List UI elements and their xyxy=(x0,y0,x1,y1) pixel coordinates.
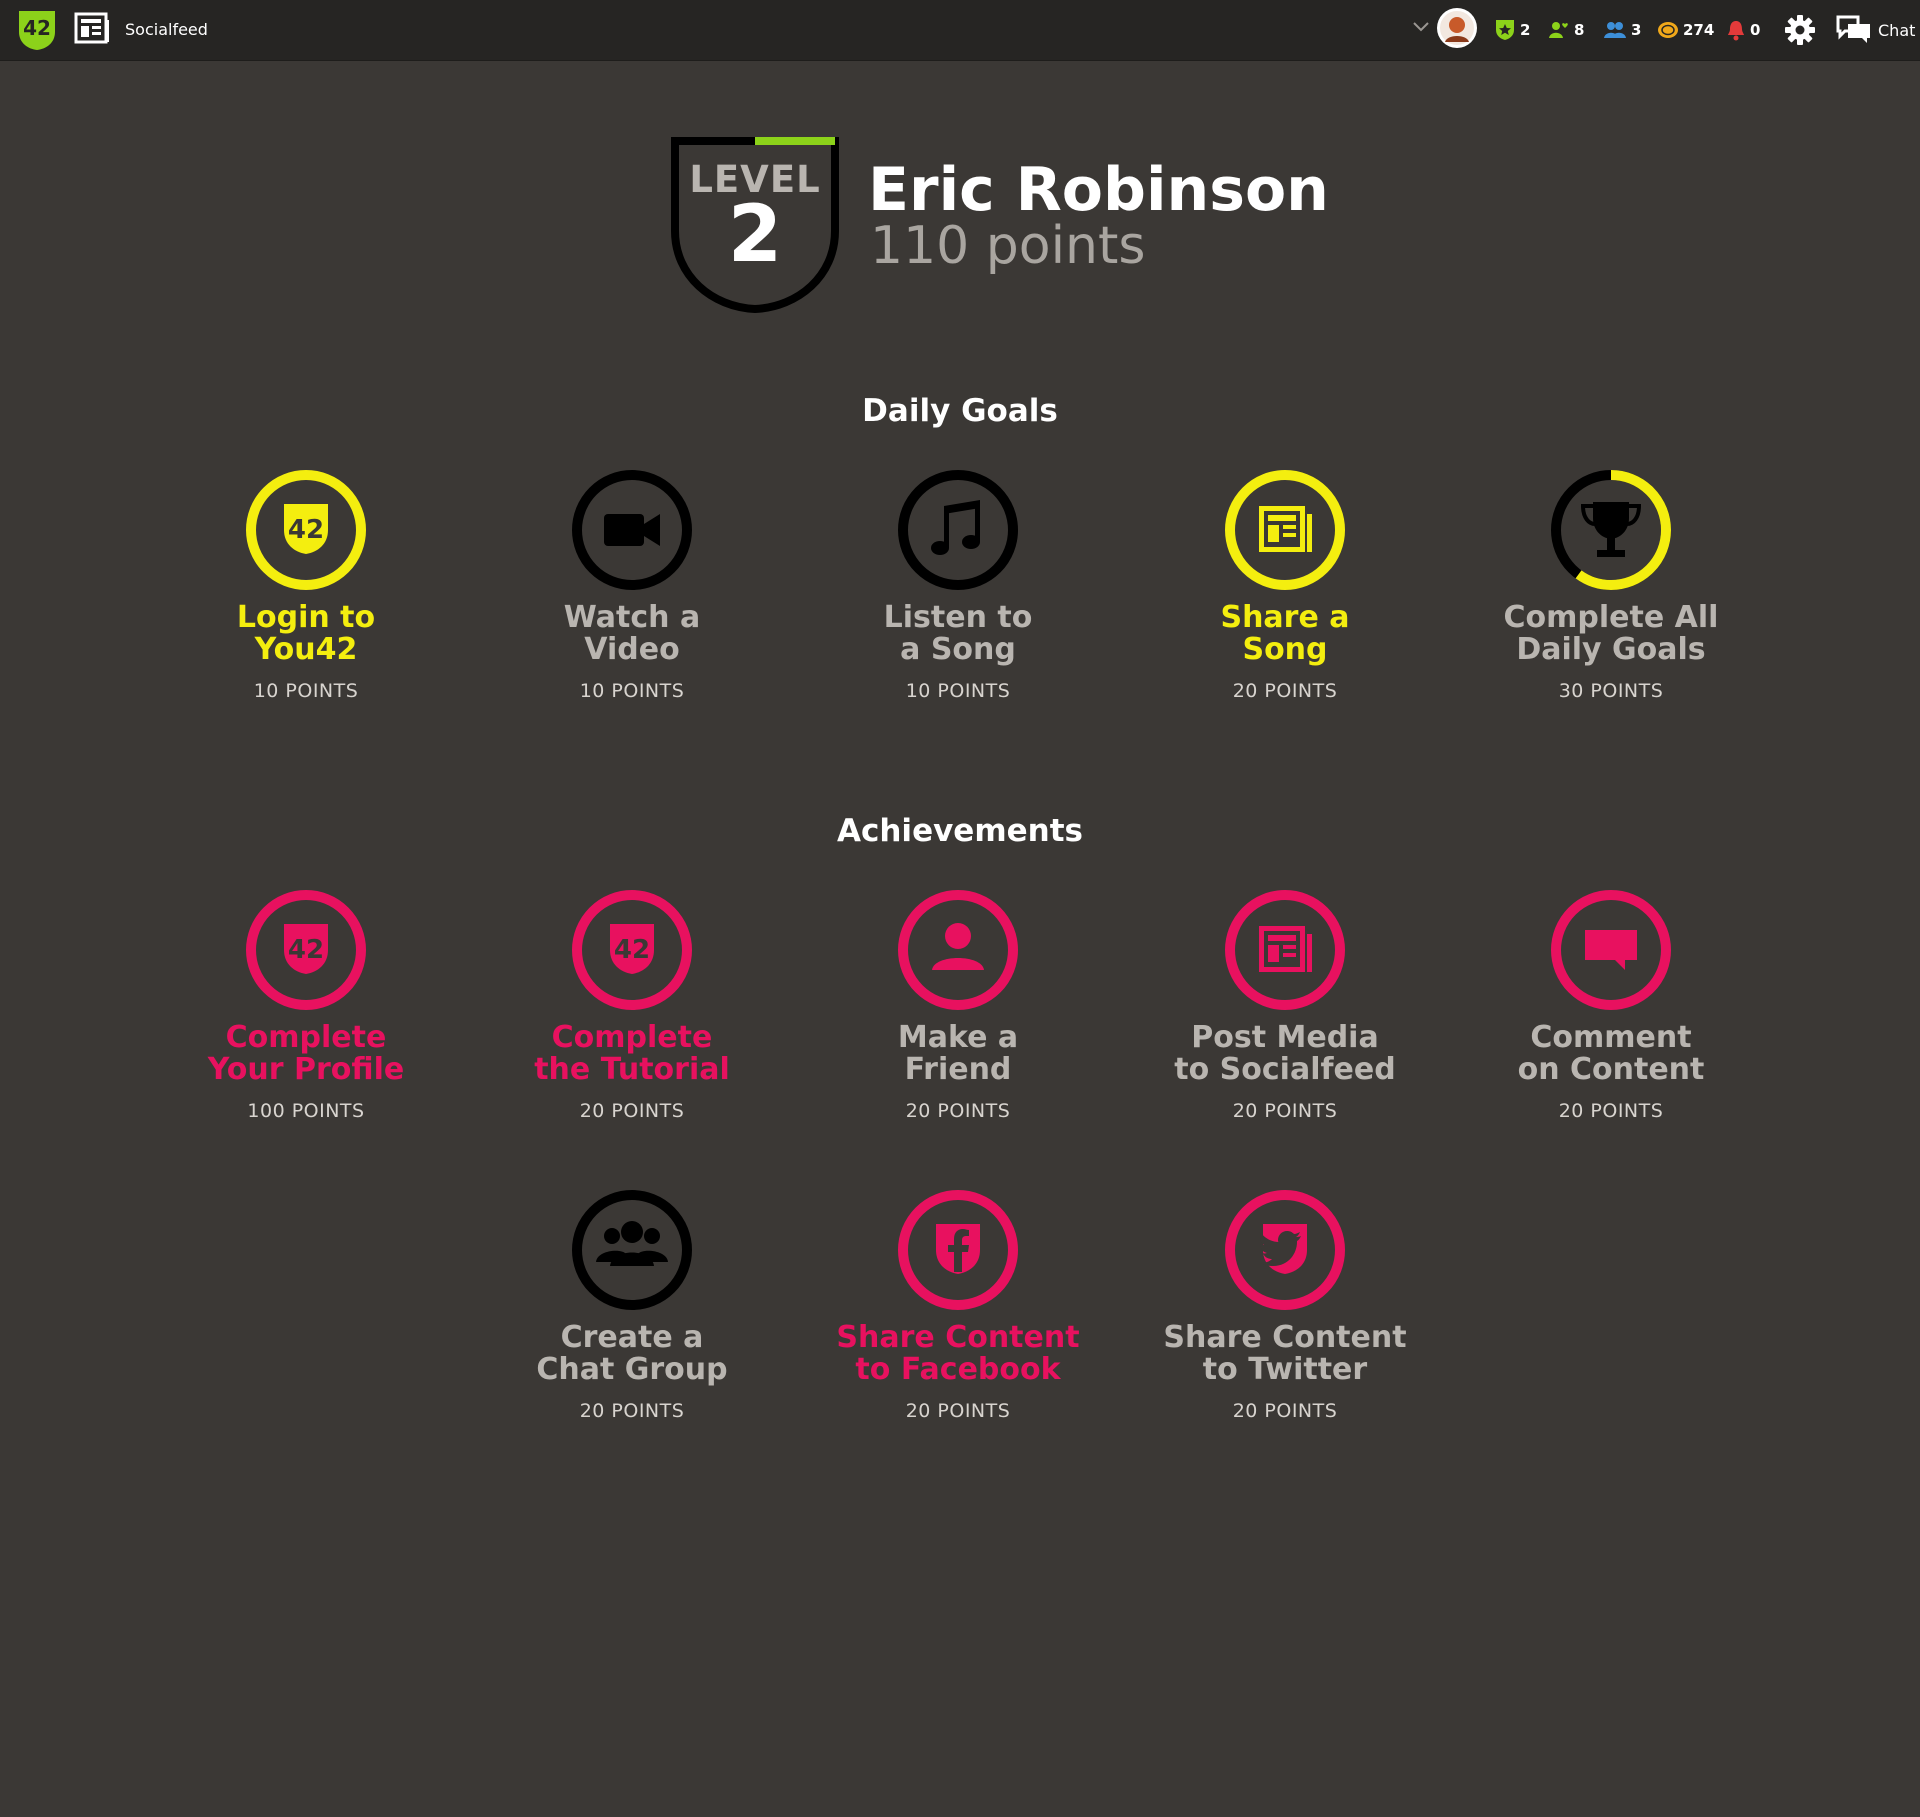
achievement-complete-tutorial-ring: 42 xyxy=(572,890,692,1010)
achievement-make-friend-points: 20 POINTS xyxy=(905,1100,1011,1122)
goal-listen-song[interactable]: Listen to a Song 10 POINTS xyxy=(795,468,1121,702)
achievement-comment-ring xyxy=(1551,890,1671,1010)
achievement-comment-title: Comment on Content xyxy=(1517,1020,1705,1087)
achievement-make-friend[interactable]: Make a Friend 20 POINTS xyxy=(795,888,1121,1122)
chat-bubbles-icon xyxy=(1836,15,1870,43)
achievement-share-facebook[interactable]: Share Content to Facebook 20 POINTS xyxy=(795,1188,1121,1422)
chat-button[interactable]: Chat xyxy=(1836,0,1915,60)
achievement-chat-group-ring xyxy=(572,1190,692,1310)
achievement-share-twitter-title: Share Content to Twitter xyxy=(1163,1320,1407,1387)
goal-listen-song-title: Listen to a Song xyxy=(883,600,1033,667)
achievement-chat-group-points: 20 POINTS xyxy=(579,1400,685,1422)
coins-count: 274 xyxy=(1683,21,1715,39)
achievement-chat-group-title: Create a Chat Group xyxy=(536,1320,728,1387)
achievement-make-friend-ring xyxy=(898,890,1018,1010)
shield-star-icon xyxy=(1496,20,1514,40)
goal-watch-video-points: 10 POINTS xyxy=(579,680,685,702)
achievement-share-twitter[interactable]: Share Content to Twitter 20 POINTS xyxy=(1122,1188,1448,1422)
coins-counter[interactable]: 274 xyxy=(1657,0,1714,60)
achievement-complete-profile-title: Complete Your Profile xyxy=(207,1020,405,1087)
notifications-count: 0 xyxy=(1750,21,1761,39)
video-camera-icon xyxy=(604,514,660,546)
svg-text:42: 42 xyxy=(23,16,51,40)
goal-listen-song-ring xyxy=(898,470,1018,590)
goal-complete-all[interactable]: Complete All Daily Goals 30 POINTS xyxy=(1448,468,1774,702)
goal-watch-video-title: Watch a Video xyxy=(563,600,701,667)
top-bar: 42 Socialfeed 2 8 3 274 0 Chat xyxy=(0,0,1920,61)
notifications-counter[interactable]: 0 xyxy=(1726,0,1760,60)
chat-label: Chat xyxy=(1878,20,1916,40)
avatar[interactable] xyxy=(1437,8,1477,48)
socialfeed-link[interactable]: Socialfeed xyxy=(125,20,208,39)
bell-icon xyxy=(1728,21,1744,41)
achievement-complete-tutorial[interactable]: 42 Complete the Tutorial 20 POINTS xyxy=(469,888,795,1122)
achievement-complete-tutorial-points: 20 POINTS xyxy=(579,1100,685,1122)
achievement-complete-profile[interactable]: 42 Complete Your Profile 100 POINTS xyxy=(143,888,469,1122)
group-icon xyxy=(596,1221,668,1266)
socialfeed-newspaper-icon[interactable] xyxy=(74,12,110,46)
goal-complete-all-points: 30 POINTS xyxy=(1558,680,1664,702)
achievement-share-facebook-ring xyxy=(898,1190,1018,1310)
goal-share-song[interactable]: Share a Song 20 POINTS xyxy=(1122,468,1448,702)
svg-text:42: 42 xyxy=(614,935,650,965)
achievement-complete-tutorial-title: Complete the Tutorial xyxy=(534,1020,730,1087)
groups-counter[interactable]: 3 xyxy=(1603,0,1641,60)
goal-login-points: 10 POINTS xyxy=(253,680,359,702)
music-note-icon xyxy=(931,500,980,555)
goal-share-song-title: Share a Song xyxy=(1220,600,1350,667)
user-points: 110 points xyxy=(870,216,1146,276)
svg-text:42: 42 xyxy=(288,935,324,965)
achievement-share-twitter-ring xyxy=(1225,1190,1345,1310)
chevron-down-icon[interactable] xyxy=(1412,20,1430,34)
achievement-chat-group[interactable]: Create a Chat Group 20 POINTS xyxy=(469,1188,795,1422)
coin-icon xyxy=(1658,22,1678,38)
achievement-complete-profile-points: 100 POINTS xyxy=(247,1100,365,1122)
friends-counter[interactable]: 8 xyxy=(1548,0,1584,60)
goal-complete-all-title: Complete All Daily Goals xyxy=(1503,600,1719,667)
achievement-comment-points: 20 POINTS xyxy=(1558,1100,1664,1122)
achievements-title: Achievements xyxy=(837,813,1083,849)
achievement-post-media-title: Post Media to Socialfeed xyxy=(1174,1020,1396,1087)
achievement-comment[interactable]: Comment on Content 20 POINTS xyxy=(1448,888,1774,1122)
group-icon xyxy=(1604,22,1626,38)
speech-bubble-icon xyxy=(1585,930,1637,970)
achievement-post-media[interactable]: Post Media to Socialfeed 20 POINTS xyxy=(1122,888,1448,1122)
achievement-make-friend-title: Make a Friend xyxy=(897,1020,1019,1087)
gear-icon[interactable] xyxy=(1783,13,1817,47)
groups-count: 3 xyxy=(1631,21,1642,39)
goal-login-ring: 42 xyxy=(246,470,366,590)
achievement-share-twitter-points: 20 POINTS xyxy=(1232,1400,1338,1422)
badges-count: 2 xyxy=(1520,21,1531,39)
goal-listen-song-points: 10 POINTS xyxy=(905,680,1011,702)
level-number: 2 xyxy=(727,190,783,280)
svg-text:42: 42 xyxy=(288,515,324,545)
goal-watch-video-ring xyxy=(572,470,692,590)
daily-goals-title: Daily Goals xyxy=(862,393,1058,429)
newspaper-icon xyxy=(1259,506,1312,552)
user-icon xyxy=(932,923,984,970)
goal-share-song-points: 20 POINTS xyxy=(1232,680,1338,702)
friend-heart-icon xyxy=(1549,22,1568,38)
badges-counter[interactable]: 2 xyxy=(1494,0,1530,60)
newspaper-icon xyxy=(1259,926,1312,972)
goal-login[interactable]: 42 Login to You42 10 POINTS xyxy=(143,468,469,702)
you42-logo-icon[interactable]: 42 xyxy=(16,8,58,52)
achievement-share-facebook-title: Share Content to Facebook xyxy=(836,1320,1080,1387)
avatar-image xyxy=(1438,9,1476,47)
trophy-icon xyxy=(1580,502,1642,557)
achievement-share-facebook-points: 20 POINTS xyxy=(905,1400,1011,1422)
achievement-post-media-points: 20 POINTS xyxy=(1232,1100,1338,1122)
achievement-complete-profile-ring: 42 xyxy=(246,890,366,1010)
user-name: Eric Robinson xyxy=(868,155,1329,225)
goal-login-title: Login to You42 xyxy=(236,600,376,667)
goal-share-song-ring xyxy=(1225,470,1345,590)
goal-complete-all-ring xyxy=(1551,470,1671,590)
friends-count: 8 xyxy=(1574,21,1585,39)
achievement-post-media-ring xyxy=(1225,890,1345,1010)
goal-watch-video[interactable]: Watch a Video 10 POINTS xyxy=(469,468,795,702)
